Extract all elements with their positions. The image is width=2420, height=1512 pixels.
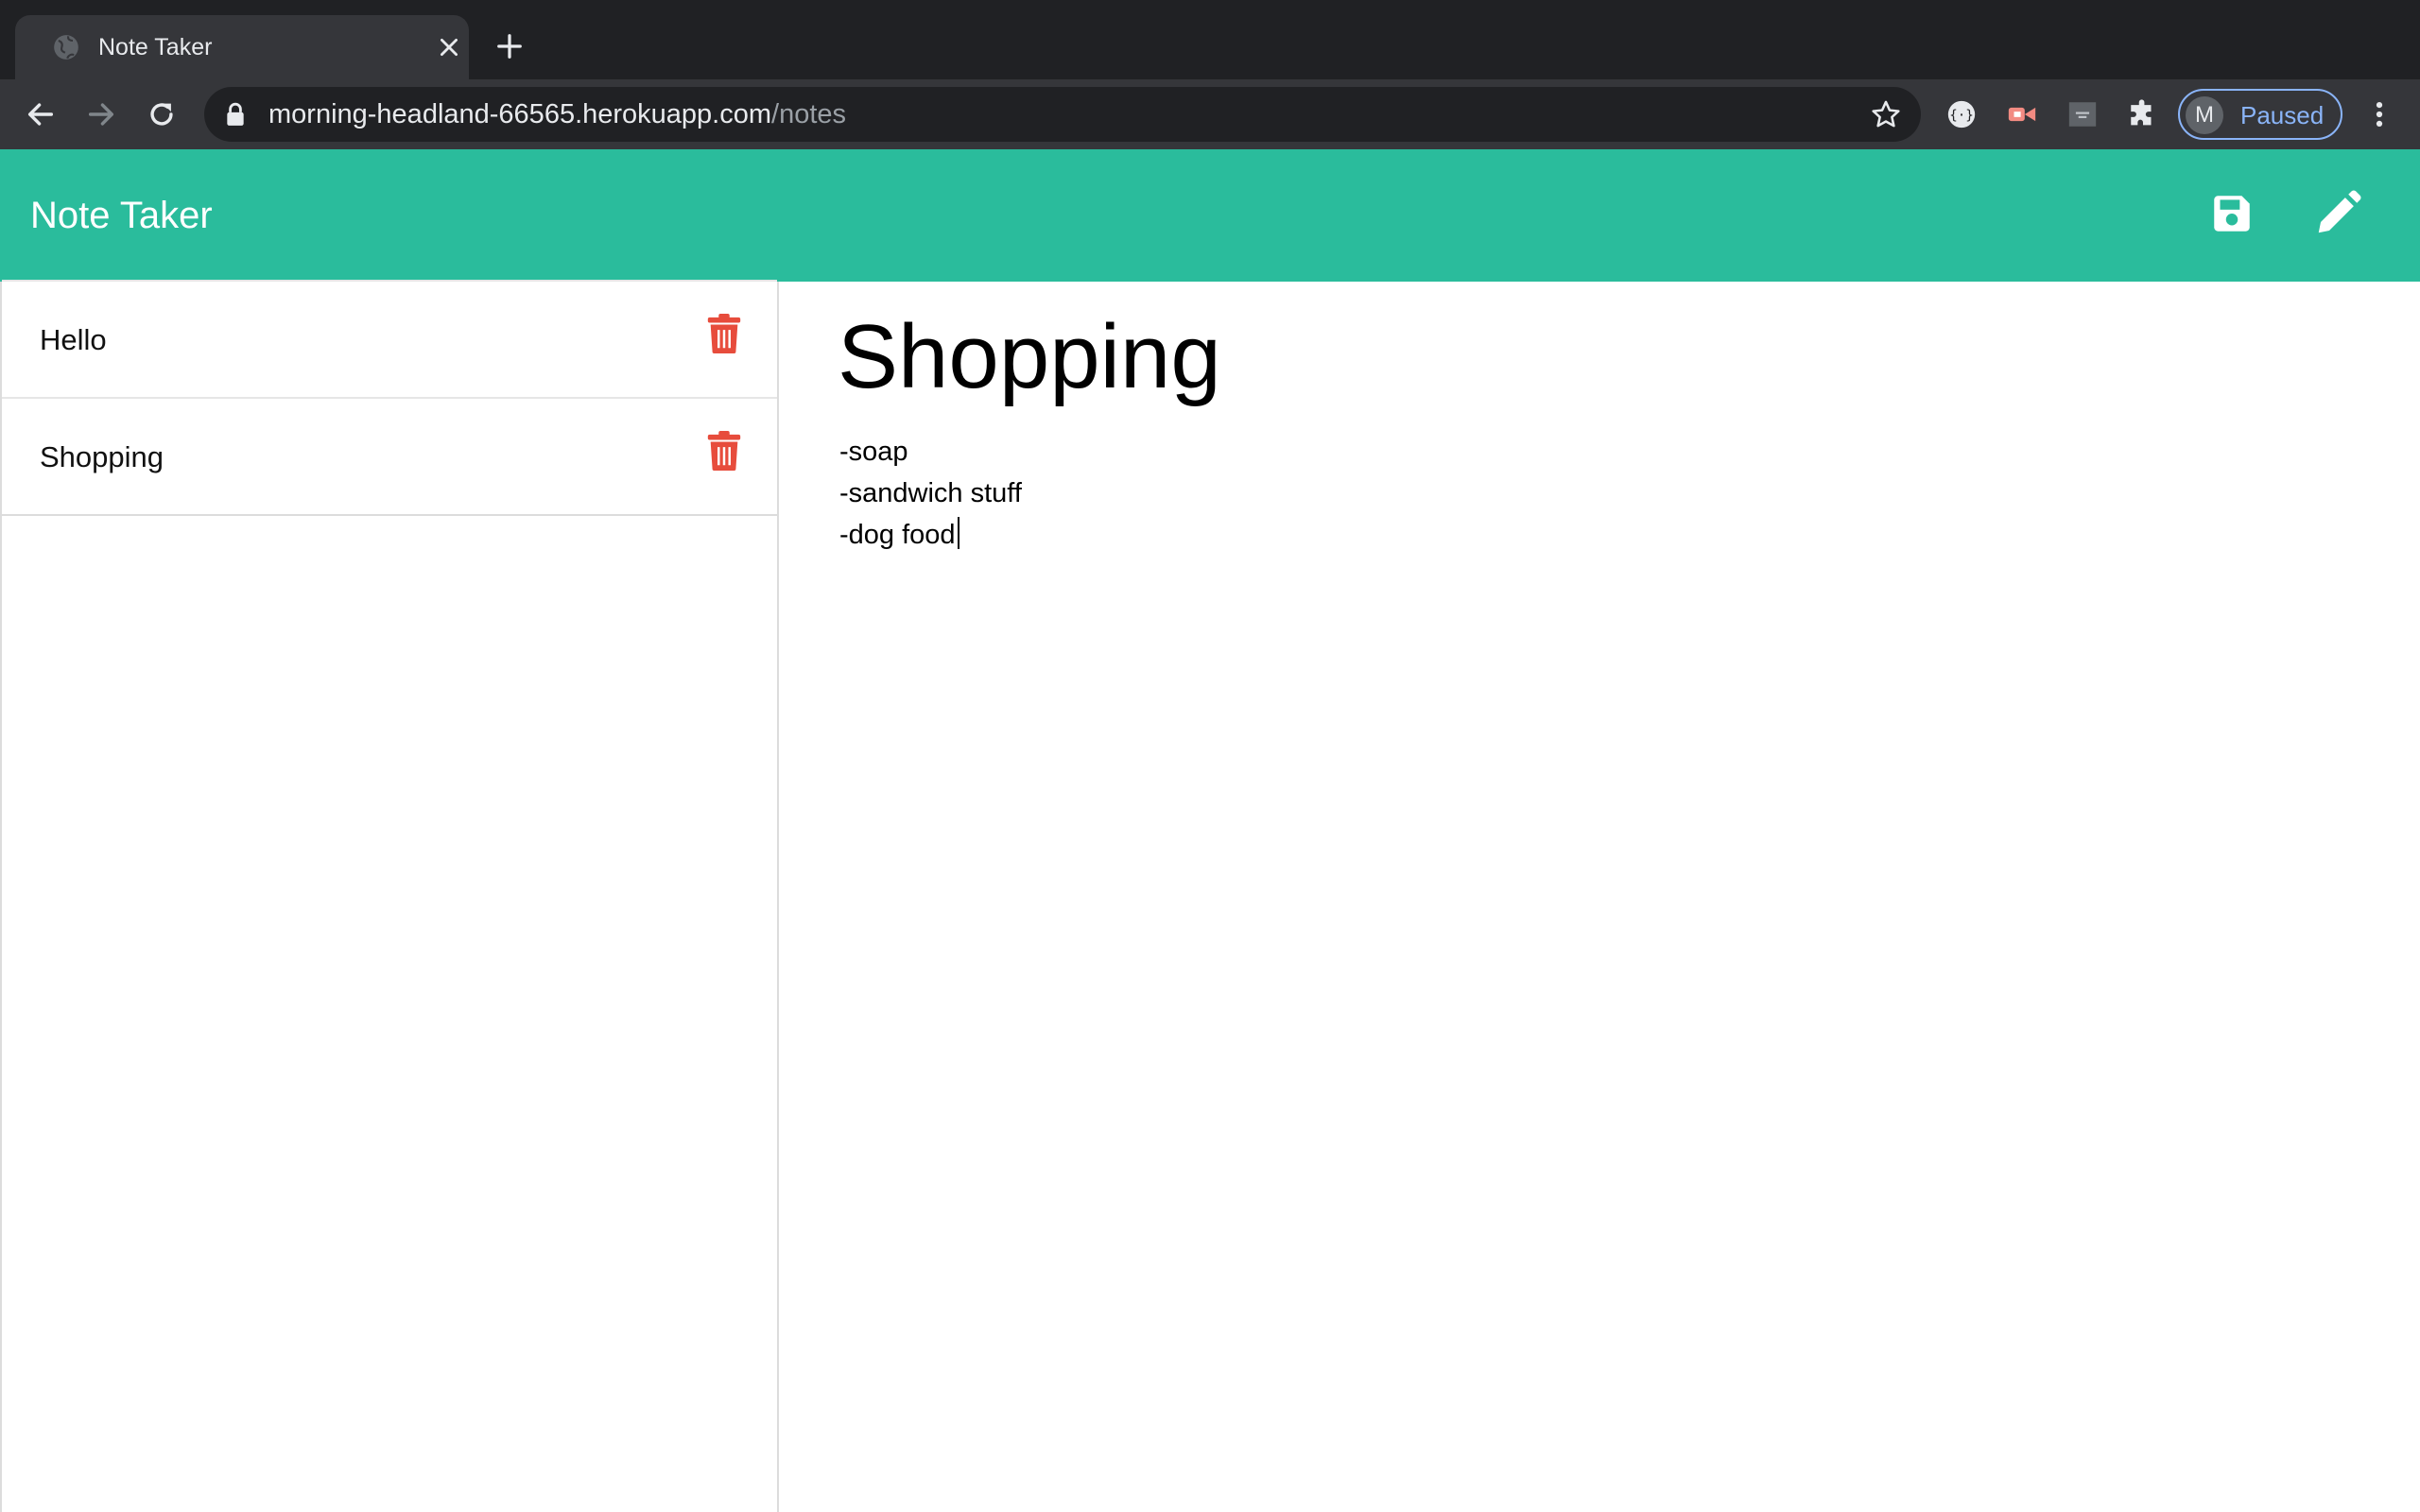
note-body-textarea[interactable]: -soap -sandwich stuff -dog food [839,431,2352,556]
json-viewer-extension-icon[interactable]: {·} [1945,98,1978,130]
url-text[interactable]: morning-headland-66565.herokuapp.com/not… [268,96,846,132]
browser-menu-icon[interactable] [2363,98,2395,130]
browser-tab[interactable]: Note Taker [15,15,469,79]
url-path: /notes [771,99,847,129]
browser-toolbar: morning-headland-66565.herokuapp.com/not… [0,79,2420,149]
note-list-item[interactable]: Shopping [2,397,777,516]
profile-avatar: M [2186,96,2223,134]
delete-note-icon[interactable] [707,431,741,471]
note-list-item[interactable]: Hello [2,280,777,399]
profile-button[interactable]: M Paused [2178,89,2342,140]
forward-arrow-icon[interactable] [85,98,117,130]
close-tab-icon[interactable] [437,35,461,60]
screenshot-extension-icon[interactable] [2066,98,2099,130]
save-icon[interactable] [2208,187,2256,240]
video-record-extension-icon[interactable] [2006,98,2038,130]
note-body-text: -soap -sandwich stuff -dog food [839,437,1022,550]
note-title-input[interactable]: Shopping [838,301,1221,414]
tab-title: Note Taker [98,34,213,60]
note-item-title: Shopping [40,440,164,473]
browser-tab-strip: Note Taker [0,0,2420,79]
app-brand-link[interactable]: Note Taker [30,191,213,240]
note-item-title: Hello [40,323,107,356]
url-host: morning-headland-66565.herokuapp.com [268,99,772,129]
app-header: Note Taker [0,149,2420,282]
note-editor: Shopping -soap -sandwich stuff -dog food [779,282,2420,1512]
lock-icon[interactable] [225,102,246,127]
pencil-icon[interactable] [2312,187,2363,240]
globe-icon [54,35,78,60]
bookmark-star-icon[interactable] [1870,98,1902,130]
svg-text:{·}: {·} [1949,109,1974,124]
note-list: Hello Shopping [2,280,777,516]
back-arrow-icon[interactable] [25,98,57,130]
note-list-sidebar: Hello Shopping [0,280,779,1512]
reload-icon[interactable] [146,98,178,130]
text-cursor [957,517,959,549]
new-tab-icon[interactable] [495,32,524,60]
extensions-puzzle-icon[interactable] [2127,98,2159,130]
profile-status: Paused [2240,101,2325,129]
delete-note-icon[interactable] [707,314,741,353]
